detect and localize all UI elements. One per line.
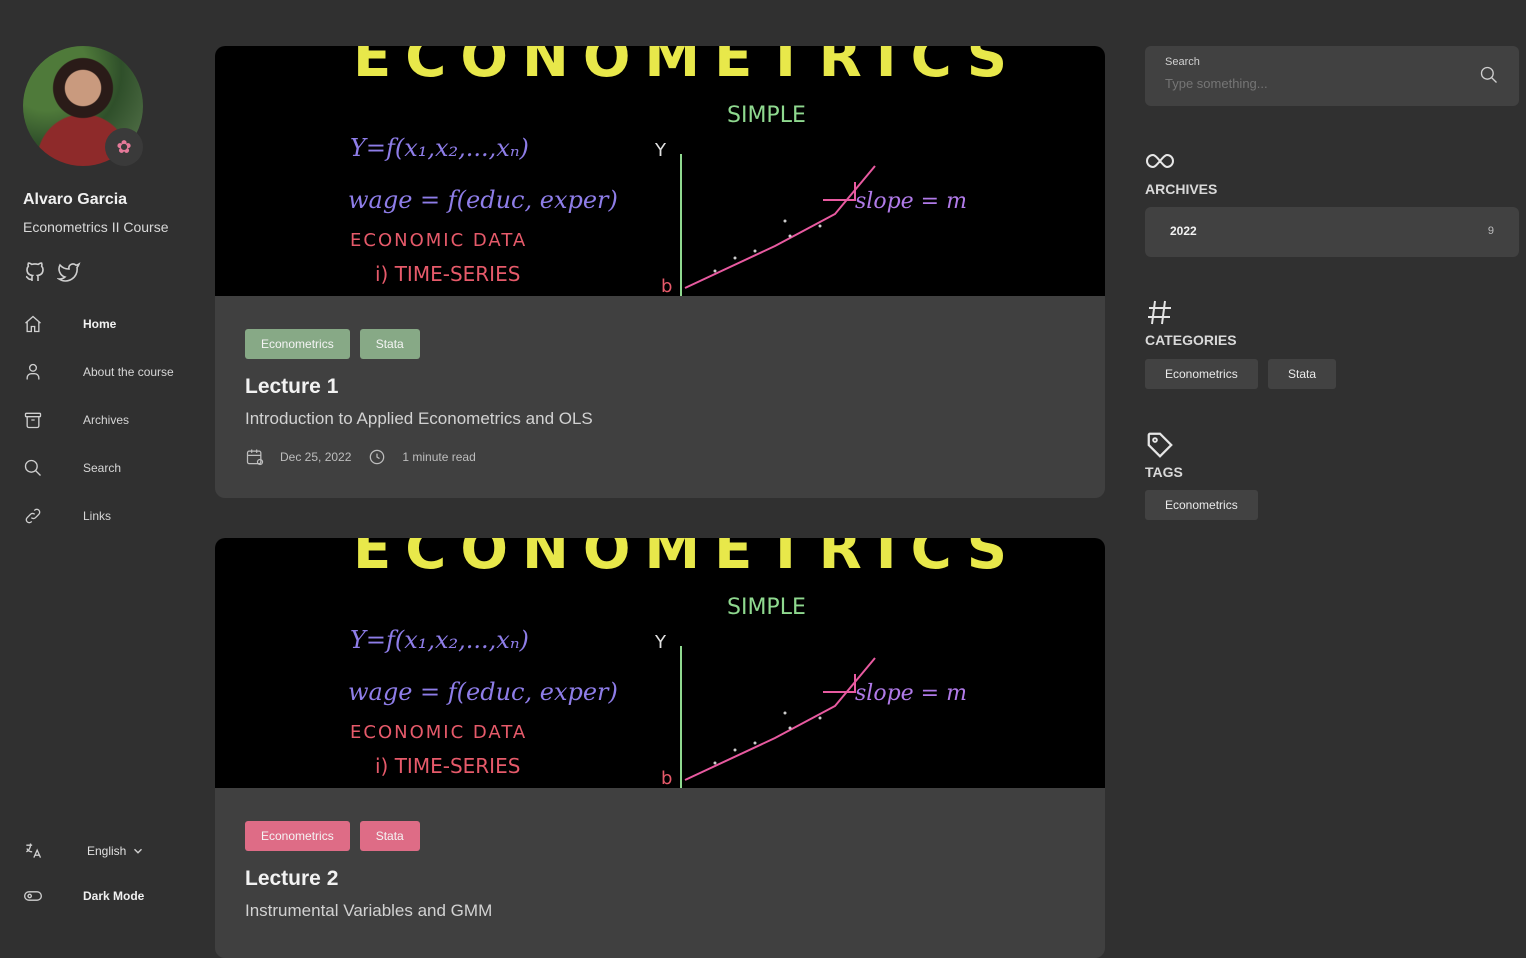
avatar-wrap: ✿ <box>23 46 143 166</box>
svg-text:Y=f(x₁,x₂,...,xₙ): Y=f(x₁,x₂,...,xₙ) <box>350 134 529 162</box>
language-selector[interactable]: English <box>23 841 142 861</box>
nav-search[interactable]: Search <box>23 454 193 482</box>
search-box[interactable]: Search <box>1145 46 1519 106</box>
svg-text:SIMPLE: SIMPLE <box>727 103 806 128</box>
social-links <box>23 260 81 284</box>
nav-links[interactable]: Links <box>23 502 193 530</box>
archive-count: 9 <box>1487 225 1494 237</box>
dark-mode-toggle[interactable]: Dark Mode <box>23 886 144 906</box>
svg-text:slope = m: slope = m <box>855 189 967 214</box>
twitter-icon[interactable] <box>57 260 81 284</box>
link-icon <box>25 508 41 524</box>
svg-text:SIMPLE: SIMPLE <box>727 595 806 620</box>
svg-text:b: b <box>661 768 672 788</box>
post-tag-stata[interactable]: Stata <box>359 821 420 851</box>
profile-subtitle: Econometrics II Course <box>23 219 169 235</box>
chevron-down-icon <box>134 848 142 854</box>
search-label: Search <box>1165 56 1200 68</box>
post-meta: Dec 25, 2022 1 minute read <box>245 447 1075 467</box>
svg-text:b: b <box>661 276 672 296</box>
post-tag-econometrics[interactable]: Econometrics <box>245 821 350 851</box>
sidebar: ✿ Alvaro Garcia Econometrics II Course H… <box>0 0 200 939</box>
github-icon[interactable] <box>23 260 47 284</box>
svg-text:i) TIME-SERIES: i) TIME-SERIES <box>375 754 520 778</box>
brain-icon: ✿ <box>105 128 143 166</box>
archive-row-2022[interactable]: 2022 9 <box>1145 207 1519 257</box>
nav-home[interactable]: Home <box>23 310 193 338</box>
nav-archives[interactable]: Archives <box>23 406 193 434</box>
nav-about[interactable]: About the course <box>23 358 193 386</box>
search-icon <box>24 459 41 476</box>
archive-year: 2022 <box>1170 224 1197 238</box>
svg-text:Y=f(x₁,x₂,...,xₙ): Y=f(x₁,x₂,...,xₙ) <box>350 626 529 654</box>
post-cover-image[interactable]: ECONOMETRICS SIMPLE Y=f(x₁,x₂,...,xₙ) wa… <box>215 46 1105 296</box>
category-stata[interactable]: Stata <box>1268 359 1337 389</box>
nav-search-label: Search <box>83 461 122 475</box>
tags-title: TAGS <box>1145 464 1183 480</box>
nav-about-label: About the course <box>83 365 174 379</box>
nav-archives-label: Archives <box>83 413 130 427</box>
svg-text:ECONOMETRICS: ECONOMETRICS <box>353 46 1021 90</box>
svg-text:i) TIME-SERIES: i) TIME-SERIES <box>375 262 520 286</box>
archive-icon <box>24 412 42 429</box>
svg-text:ECONOMIC DATA: ECONOMIC DATA <box>350 230 527 251</box>
post-title[interactable]: Lecture 2 <box>245 867 1075 891</box>
profile-name[interactable]: Alvaro Garcia <box>23 191 127 209</box>
archives-title: ARCHIVES <box>1145 181 1218 197</box>
svg-text:wage = f(educ, exper): wage = f(educ, exper) <box>348 186 618 214</box>
category-econometrics[interactable]: Econometrics <box>1145 359 1258 389</box>
svg-text:wage = f(educ, exper): wage = f(educ, exper) <box>348 678 618 706</box>
tag-econometrics[interactable]: Econometrics <box>1145 490 1258 520</box>
toggle-icon <box>24 891 42 901</box>
language-label: English <box>87 844 127 858</box>
translate-icon <box>25 843 42 858</box>
svg-text:ECONOMIC DATA: ECONOMIC DATA <box>350 722 527 743</box>
post-card[interactable]: ECONOMETRICS SIMPLE Y=f(x₁,x₂,...,xₙ) wa… <box>215 46 1105 498</box>
post-title[interactable]: Lecture 1 <box>245 375 1075 399</box>
nav-links-label: Links <box>83 509 112 523</box>
svg-text:slope = m: slope = m <box>855 681 967 706</box>
home-icon <box>25 315 41 333</box>
blackboard-illustration: ECONOMETRICS SIMPLE Y=f(x₁,x₂,...,xₙ) wa… <box>348 46 1021 296</box>
clock-icon <box>370 449 385 465</box>
nav-home-label: Home <box>83 317 117 331</box>
user-icon <box>26 363 40 380</box>
post-description: Introduction to Applied Econometrics and… <box>245 409 593 428</box>
svg-text:Y: Y <box>654 140 667 161</box>
post-tag-stata[interactable]: Stata <box>359 329 420 359</box>
dark-mode-label: Dark Mode <box>83 889 145 903</box>
post-card[interactable]: ECONOMETRICS SIMPLE Y=f(x₁,x₂,...,xₙ) wa… <box>215 538 1105 958</box>
post-cover-image[interactable]: ECONOMETRICS SIMPLE Y=f(x₁,x₂,...,xₙ) wa… <box>215 538 1105 788</box>
post-read-time: 1 minute read <box>402 450 476 464</box>
svg-text:ECONOMETRICS: ECONOMETRICS <box>353 538 1021 582</box>
hash-icon <box>1148 300 1171 325</box>
calendar-icon <box>246 449 264 466</box>
post-description: Instrumental Variables and GMM <box>245 901 493 920</box>
tag-icon <box>1147 432 1173 458</box>
infinity-icon <box>1146 153 1174 169</box>
post-tag-econometrics[interactable]: Econometrics <box>245 329 350 359</box>
categories-title: CATEGORIES <box>1145 332 1237 348</box>
post-date: Dec 25, 2022 <box>280 450 352 464</box>
search-input[interactable] <box>1165 76 1445 91</box>
blackboard-illustration: ECONOMETRICS SIMPLE Y=f(x₁,x₂,...,xₙ) wa… <box>348 538 1021 788</box>
svg-text:Y: Y <box>654 632 667 653</box>
search-icon[interactable] <box>1479 65 1499 85</box>
